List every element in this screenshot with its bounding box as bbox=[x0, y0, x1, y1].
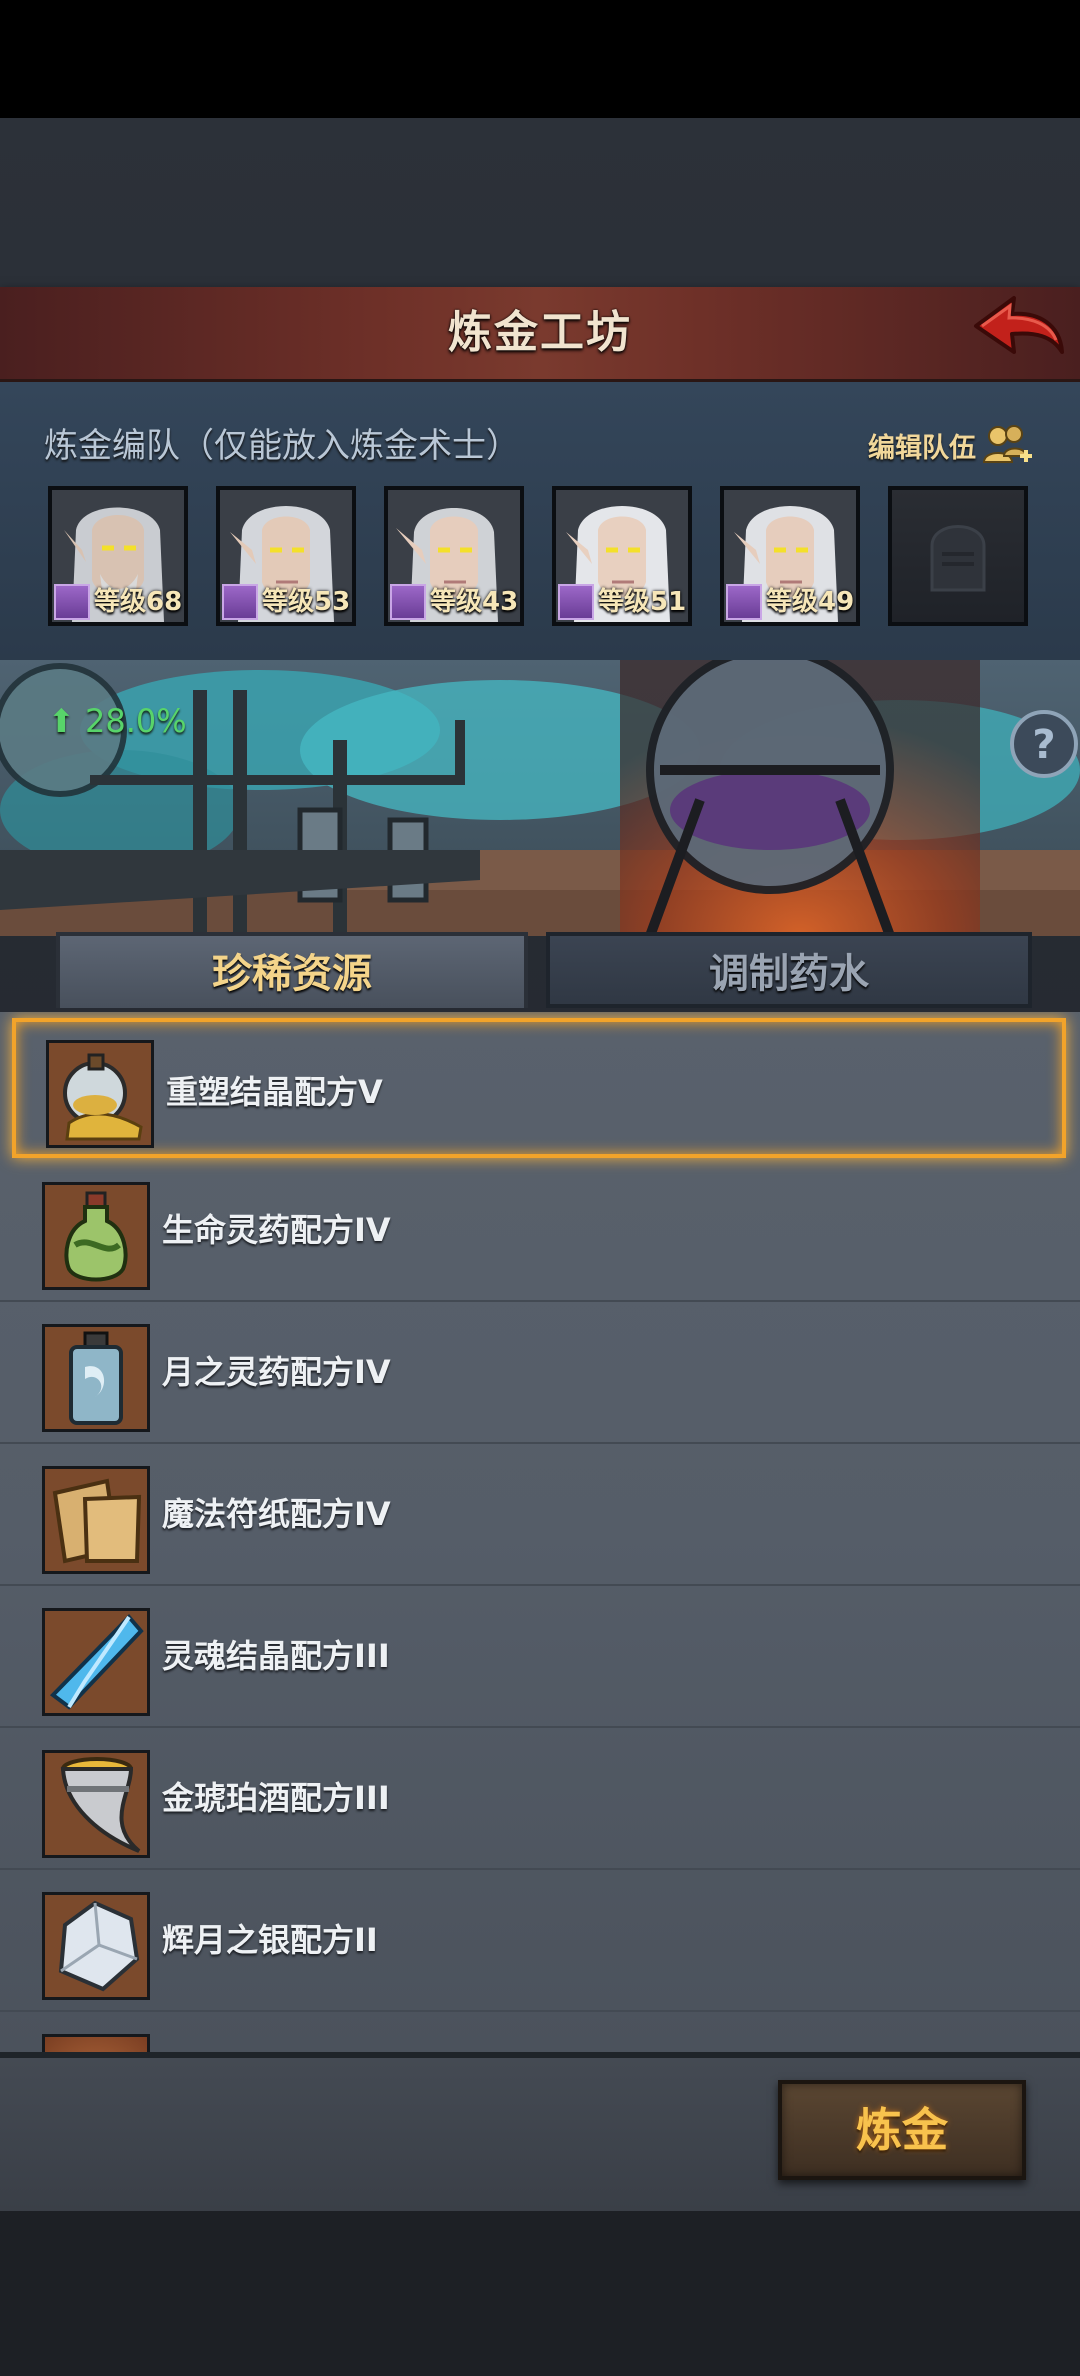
recipe-row[interactable]: 魔法符纸配方IV bbox=[0, 1444, 1080, 1586]
moon-potion-icon bbox=[42, 1324, 150, 1432]
member-level: 等级51 bbox=[598, 587, 687, 617]
team-slot-3[interactable]: 等级43 bbox=[384, 486, 524, 626]
crystal-flask-icon bbox=[46, 1040, 154, 1148]
recipe-name: 金琥珀酒配方III bbox=[162, 1779, 390, 1817]
recipe-list: 重塑结晶配方V 生命灵药配方IV 月之灵药配方IV 魔法符纸配方IV 灵魂结晶配… bbox=[0, 1012, 1080, 2052]
member-level: 等级49 bbox=[766, 587, 855, 617]
recipe-row[interactable]: 灵魂结晶配方III bbox=[0, 1586, 1080, 1728]
status-bar-area bbox=[0, 0, 1080, 118]
team-title: 炼金编队（仅能放入炼金术士） bbox=[44, 426, 520, 466]
page-title: 炼金工坊 bbox=[448, 307, 632, 358]
team-slot-2[interactable]: 等级53 bbox=[216, 486, 356, 626]
recipe-name: 灵魂结晶配方III bbox=[162, 1637, 390, 1675]
blue-crystal-icon bbox=[42, 1608, 150, 1716]
staff-class-icon bbox=[390, 584, 426, 620]
staff-class-icon bbox=[726, 584, 762, 620]
silver-ore-icon bbox=[42, 1892, 150, 2000]
team-slot-5[interactable]: 等级49 bbox=[720, 486, 860, 626]
bottom-background bbox=[0, 2205, 1080, 2376]
help-icon[interactable]: ? bbox=[1006, 706, 1080, 782]
helmet-placeholder-icon bbox=[930, 525, 986, 592]
amber-horn-icon bbox=[42, 1750, 150, 1858]
member-level: 等级53 bbox=[262, 587, 351, 617]
staff-class-icon bbox=[558, 584, 594, 620]
recipe-row[interactable]: 辉月之银配方II bbox=[0, 1870, 1080, 2012]
team-users-icon[interactable] bbox=[982, 422, 1034, 470]
team-slot-empty[interactable] bbox=[888, 486, 1028, 626]
recipe-row-partial[interactable] bbox=[0, 2012, 1080, 2052]
recipe-name: 生命灵药配方IV bbox=[162, 1211, 391, 1249]
staff-class-icon bbox=[222, 584, 258, 620]
member-level: 等级43 bbox=[430, 587, 519, 617]
team-slot-1[interactable]: 等级68 bbox=[48, 486, 188, 626]
edit-team-button[interactable]: 编辑队伍 bbox=[868, 426, 976, 465]
recipe-row[interactable]: 月之灵药配方IV bbox=[0, 1302, 1080, 1444]
recipe-name: 月之灵药配方IV bbox=[162, 1353, 391, 1391]
paper-scroll-icon bbox=[42, 1466, 150, 1574]
member-level: 等级68 bbox=[94, 587, 183, 617]
tab-brew-potions[interactable]: 调制药水 bbox=[546, 932, 1032, 1008]
recipe-thumb-partial bbox=[42, 2034, 150, 2052]
svg-text:?: ? bbox=[1032, 722, 1055, 768]
arrow-up-icon: ⬆ bbox=[48, 702, 85, 740]
recipe-row[interactable]: 重塑结晶配方V bbox=[12, 1018, 1066, 1158]
success-rate: ⬆ 28.0% bbox=[48, 702, 187, 740]
recipe-name: 魔法符纸配方IV bbox=[162, 1495, 391, 1533]
rate-value: 28.0% bbox=[84, 702, 187, 740]
back-arrow-icon[interactable] bbox=[968, 290, 1068, 372]
staff-class-icon bbox=[54, 584, 90, 620]
recipe-name: 辉月之银配方II bbox=[162, 1921, 378, 1959]
alchemy-button[interactable]: 炼金 bbox=[778, 2080, 1026, 2180]
header-bar: 炼金工坊 bbox=[0, 287, 1080, 383]
team-slot-4[interactable]: 等级51 bbox=[552, 486, 692, 626]
recipe-row[interactable]: 金琥珀酒配方III bbox=[0, 1728, 1080, 1870]
recipe-name: 重塑结晶配方V bbox=[166, 1073, 383, 1111]
life-potion-icon bbox=[42, 1182, 150, 1290]
recipe-row[interactable]: 生命灵药配方IV bbox=[0, 1160, 1080, 1302]
tab-rare-resources[interactable]: 珍稀资源 bbox=[56, 932, 528, 1008]
